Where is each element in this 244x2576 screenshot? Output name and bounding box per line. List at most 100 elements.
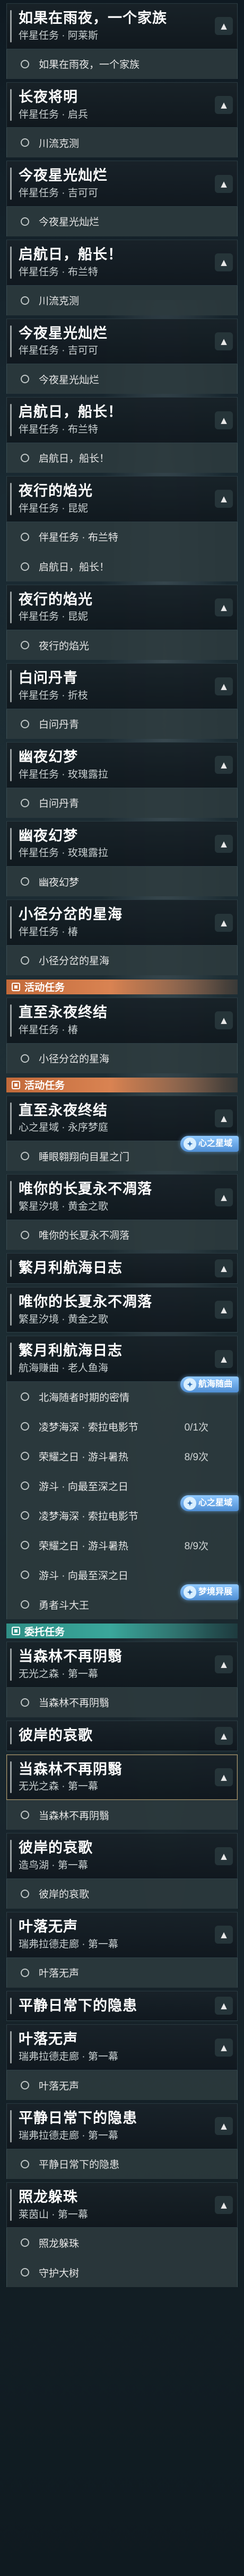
quest-card[interactable]: 彼岸的哀歌 ▲	[6, 1720, 238, 1751]
quest-card[interactable]: 直至永夜终结 心之星域 · 永序梦庭 ▲	[6, 1095, 238, 1142]
quest-card[interactable]: 白问丹青 伴星任务 · 折枝 ▲	[6, 663, 238, 709]
subtask-item[interactable]: 当森林不再阴翳	[6, 1687, 238, 1717]
subtask-item[interactable]: 今夜星光灿烂	[6, 364, 238, 394]
quest-card[interactable]: 叶落无声 瑞弗拉德走廊 · 第一幕 ▲	[6, 1911, 238, 1958]
quest-card[interactable]: 当森林不再阴翳 无光之森 · 第一幕 ▲	[6, 1642, 238, 1688]
subtask-label: 白问丹青	[39, 719, 80, 731]
quest-card[interactable]: 启航日，船长！ 伴星任务 · 布兰特 ▲	[6, 239, 238, 286]
collapse-toggle-button[interactable]: ▲	[215, 598, 233, 616]
subtask-item[interactable]: 叶落无声	[6, 2070, 238, 2101]
collapse-toggle-button[interactable]: ▲	[215, 2196, 233, 2214]
subtask-label: 荣耀之日 · 游斗暑热	[39, 1540, 128, 1552]
collapse-toggle-button[interactable]: ▲	[215, 1301, 233, 1319]
quest-card[interactable]: 如果在雨夜，一个家族 伴星任务 · 阿莱斯 ▲	[6, 3, 238, 49]
collapse-toggle-button[interactable]: ▲	[215, 411, 233, 429]
collapse-toggle-button[interactable]: ▲	[215, 1768, 233, 1786]
quest-card[interactable]: 今夜星光灿烂 伴星任务 · 吉可可 ▲	[6, 318, 238, 365]
subtask-item[interactable]: 彼岸的哀歌	[6, 1878, 238, 1909]
quest-card[interactable]: 唯你的长夏永不凋落 繁星汐境 · 黄金之歌 ▲	[6, 1286, 238, 1333]
subtask-item[interactable]: 当森林不再阴翳	[6, 1800, 238, 1830]
collapse-toggle-button[interactable]: ▲	[215, 17, 233, 36]
subtask-item[interactable]: 如果在雨夜，一个家族	[6, 49, 238, 79]
quest-card[interactable]: 唯你的长夏永不凋落 繁星汐境 · 黄金之歌 ▲	[6, 1174, 238, 1220]
quest-card[interactable]: 启航日，船长！ 伴星任务 · 布兰特 ▲	[6, 397, 238, 443]
quest-card[interactable]: 幽夜幻梦 伴星任务 · 玫瑰露拉 ▲	[6, 821, 238, 867]
subtask-item[interactable]: 凌梦海深 · 索拉电影节 0/1次	[6, 1411, 238, 1442]
quest-card[interactable]: 小径分岔的星海 伴星任务 · 椿 ▲	[6, 899, 238, 946]
collapse-toggle-button[interactable]: ▲	[215, 756, 233, 774]
collapse-toggle-button[interactable]: ▲	[215, 1011, 233, 1030]
quest-title: 直至永夜终结	[19, 1102, 108, 1118]
quest-card[interactable]: 照龙躲珠 莱茵山 · 第一幕 ▲	[6, 2182, 238, 2228]
collapse-toggle-button[interactable]: ▲	[215, 2038, 233, 2057]
collapse-toggle-button[interactable]: ▲	[215, 1847, 233, 1865]
quest-card[interactable]: 彼岸的哀歌 造鸟湖 · 第一幕 ▲	[6, 1833, 238, 1879]
quest-accent-bar	[10, 89, 12, 121]
collapse-toggle-button[interactable]: ▲	[215, 1349, 233, 1368]
collapse-toggle-button[interactable]: ▲	[215, 677, 233, 695]
subtask-item[interactable]: 唯你的长夏永不凋落	[6, 1220, 238, 1250]
collapse-toggle-button[interactable]: ▲	[215, 1109, 233, 1127]
quest-card[interactable]: 平静日常下的隐患 ▲	[6, 1990, 238, 2022]
subtask-item[interactable]: 守护大树	[6, 2257, 238, 2288]
objective-circle-icon	[21, 956, 29, 965]
collapse-toggle-button[interactable]: ▲	[215, 95, 233, 114]
objective-circle-icon	[21, 2159, 29, 2168]
subtask-label: 北海随者时期的密情	[39, 1392, 130, 1404]
subtask-item[interactable]: 伴星任务 · 布兰特	[6, 522, 238, 552]
quest-card[interactable]: 直至永夜终结 伴星任务 · 椿 ▲	[6, 997, 238, 1044]
collapse-toggle-button[interactable]: ▲	[215, 913, 233, 932]
quest-title: 直至永夜终结	[19, 1004, 108, 1020]
collapse-toggle-button[interactable]: ▲	[215, 253, 233, 272]
quest-card[interactable]: 叶落无声 瑞弗拉德走廊 · 第一幕 ▲	[6, 2024, 238, 2071]
quest-meta: 繁星汐境 · 黄金之歌	[19, 1201, 108, 1213]
quest-card[interactable]: 当森林不再阴翳 无光之森 · 第一幕 ▲	[6, 1754, 238, 1801]
quest-card[interactable]: 今夜星光灿烂 伴星任务 · 吉可可 ▲	[6, 161, 238, 207]
collapse-toggle-button[interactable]: ▲	[215, 1726, 233, 1745]
subtask-item[interactable]: 照龙躲珠	[6, 2228, 238, 2258]
subtask-item[interactable]: 夜行的焰光	[6, 630, 238, 660]
quest-title: 叶落无声	[19, 2031, 78, 2048]
quest-list[interactable]: 如果在雨夜，一个家族 伴星任务 · 阿莱斯 ▲ 如果在雨夜，一个家族 长夜将明 伴星任务 …	[0, 3, 244, 2288]
collapse-toggle-button[interactable]: ▲	[215, 1188, 233, 1206]
subtask-item[interactable]: 川流克测	[6, 285, 238, 315]
quest-accent-bar	[10, 827, 12, 860]
subtask-item[interactable]: 幽夜幻梦	[6, 867, 238, 897]
collapse-toggle-button[interactable]: ▲	[215, 1259, 233, 1277]
collapse-toggle-button[interactable]: ▲	[215, 2117, 233, 2136]
region-badge: ✦ 航海随曲	[180, 1377, 239, 1393]
subtask-label: 叶落无声	[39, 2080, 80, 2092]
subtask-item[interactable]: 荣耀之日 · 游斗暑热 8/9次	[6, 1441, 238, 1471]
collapse-toggle-button[interactable]: ▲	[215, 834, 233, 853]
category-label: 活动任务	[24, 982, 65, 994]
quest-card[interactable]: 夜行的焰光 伴星任务 · 昆妮 ▲	[6, 584, 238, 631]
collapse-toggle-button[interactable]: ▲	[215, 1655, 233, 1674]
quest-card[interactable]: 长夜将明 伴星任务 · 启兵 ▲	[6, 82, 238, 128]
quest-card[interactable]: 繁月利航海日志 ▲	[6, 1252, 238, 1284]
subtask-item[interactable]: 小径分岔的星海	[6, 945, 238, 975]
quest-card[interactable]: 夜行的焰光 伴星任务 · 昆妮 ▲	[6, 475, 238, 522]
subtask-item[interactable]: 川流克测	[6, 128, 238, 158]
subtask-item[interactable]: 叶落无声	[6, 1957, 238, 1988]
quest-card[interactable]: 平静日常下的隐患 瑞弗拉德走廊 · 第一幕 ▲	[6, 2103, 238, 2149]
category-header: 活动任务	[6, 979, 238, 994]
subtask-item[interactable]: 启航日，船长！	[6, 551, 238, 581]
collapse-toggle-button[interactable]: ▲	[215, 490, 233, 508]
subtask-item[interactable]: 白问丹青	[6, 709, 238, 739]
subtask-label: 川流克测	[39, 296, 80, 307]
collapse-toggle-button[interactable]: ▲	[215, 1926, 233, 1944]
subtask-item[interactable]: 平静日常下的隐患	[6, 2149, 238, 2179]
collapse-toggle-button[interactable]: ▲	[215, 1997, 233, 2015]
subtask-item[interactable]: 荣耀之日 · 游斗暑热 8/9次	[6, 1530, 238, 1560]
subtask-item[interactable]: 小径分岔的星海	[6, 1043, 238, 1073]
collapse-toggle-button[interactable]: ▲	[215, 332, 233, 350]
subtask-item[interactable]: 启航日，船长！	[6, 443, 238, 473]
quest-card[interactable]: 幽夜幻梦 伴星任务 · 玫瑰露拉 ▲	[6, 742, 238, 788]
subtask-item[interactable]: 今夜星光灿烂	[6, 206, 238, 236]
subtask-item[interactable]: 白问丹青	[6, 788, 238, 818]
quest-meta: 伴星任务 · 布兰特	[19, 424, 98, 436]
collapse-toggle-button[interactable]: ▲	[215, 174, 233, 193]
subtask-progress: 8/9次	[184, 1451, 208, 1463]
quest-title: 白问丹青	[19, 670, 78, 686]
quest-card[interactable]: 繁月利航海日志 航海赚曲 · 老人鱼海 ▲	[6, 1336, 238, 1382]
